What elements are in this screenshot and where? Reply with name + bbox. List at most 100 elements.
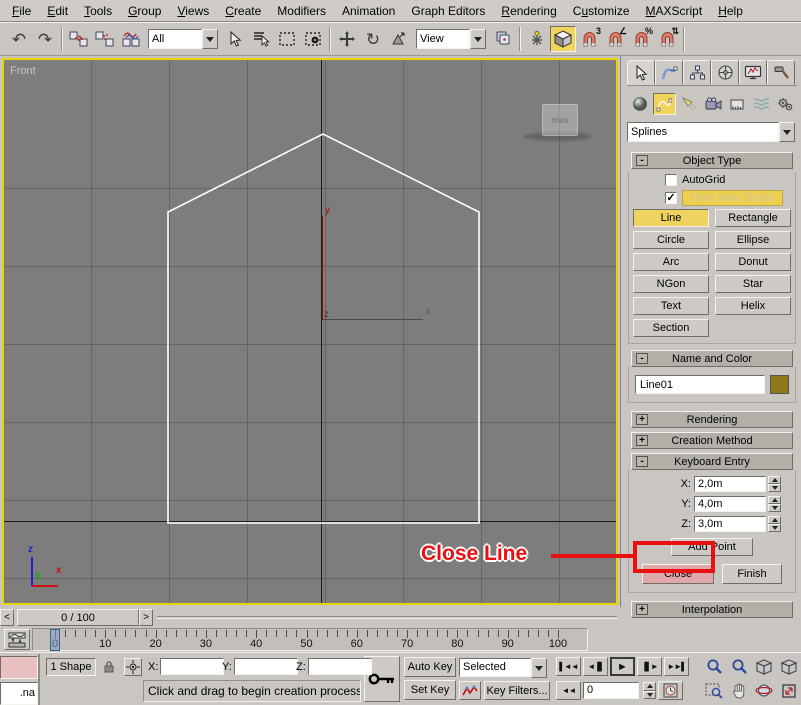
arc-rotate-button[interactable] xyxy=(752,679,776,702)
time-slider-track[interactable] xyxy=(157,616,617,619)
window-crossing-button[interactable] xyxy=(300,26,326,52)
maxscript-mini-listener[interactable]: .na xyxy=(0,654,40,705)
spinner-down[interactable] xyxy=(768,504,781,512)
select-object-button[interactable] xyxy=(222,26,248,52)
go-to-start-button[interactable]: ▌◄◄ xyxy=(556,657,581,676)
bind-to-spacewarp-button[interactable] xyxy=(118,26,144,52)
button-arc[interactable]: Arc xyxy=(633,253,709,271)
object-color-swatch[interactable] xyxy=(770,375,789,394)
key-filters-button[interactable]: Key Filters... xyxy=(484,681,550,700)
prev-frame-button[interactable]: < xyxy=(0,609,14,626)
autogrid-checkbox[interactable] xyxy=(665,174,677,186)
button-text[interactable]: Text xyxy=(633,297,709,315)
key-mode-toggle[interactable]: ◄◄ xyxy=(556,681,581,700)
snap-toggle-button[interactable] xyxy=(550,26,576,52)
play-button[interactable]: ► xyxy=(610,657,635,676)
selection-lock-icon[interactable] xyxy=(101,658,117,676)
category-systems[interactable] xyxy=(775,93,797,115)
go-to-end-button[interactable]: ►►▌ xyxy=(664,657,689,676)
select-and-link-button[interactable] xyxy=(66,26,92,52)
button-circle[interactable]: Circle xyxy=(633,231,709,249)
keyboard-z-field[interactable]: 3,0m xyxy=(694,516,766,532)
button-ngon[interactable]: NGon xyxy=(633,275,709,293)
category-cameras[interactable] xyxy=(702,93,724,115)
select-and-scale-button[interactable] xyxy=(386,26,412,52)
frame-spinner-down[interactable] xyxy=(643,691,656,700)
subcategory-dropdown[interactable]: Splines xyxy=(627,122,797,142)
add-point-button[interactable]: Add Point xyxy=(671,538,753,556)
selection-filter-dropdown[interactable]: All xyxy=(148,29,218,49)
select-and-move-button[interactable] xyxy=(334,26,360,52)
timeline-ruler[interactable]: 0102030405060708090100 xyxy=(32,628,588,651)
selection-filter-dropdown-arrow[interactable] xyxy=(202,29,218,49)
macro-recorder-pane[interactable] xyxy=(0,656,38,679)
zoom-button[interactable] xyxy=(702,655,726,678)
coord-system-dropdown[interactable]: View xyxy=(416,29,486,49)
menu-edit[interactable]: Edit xyxy=(39,2,76,20)
frame-spinner-up[interactable] xyxy=(643,682,656,691)
object-name-field[interactable]: Line01 xyxy=(635,375,765,394)
time-config-button[interactable] xyxy=(658,681,683,700)
start-new-shape-button[interactable]: Start New Shape xyxy=(682,190,783,206)
menu-group[interactable]: Group xyxy=(120,2,169,20)
menu-file[interactable]: File xyxy=(4,2,39,20)
maximize-viewport-button[interactable] xyxy=(777,679,801,702)
close-button[interactable]: Close xyxy=(642,564,714,584)
button-section[interactable]: Section xyxy=(633,319,709,337)
unlink-selection-button[interactable] xyxy=(92,26,118,52)
spinner-up[interactable] xyxy=(768,516,781,524)
rollout-rendering[interactable]: +Rendering xyxy=(631,411,793,428)
menu-create[interactable]: Create xyxy=(217,2,269,20)
finish-button[interactable]: Finish xyxy=(722,564,782,584)
coord-z-input[interactable] xyxy=(308,658,372,675)
menu-tools[interactable]: Tools xyxy=(76,2,120,20)
zoom-extents-all-button[interactable] xyxy=(777,655,801,678)
keyboard-y-field[interactable]: 4,0m xyxy=(694,496,766,512)
spinner-down[interactable] xyxy=(768,524,781,532)
menu-modifiers[interactable]: Modifiers xyxy=(269,2,334,20)
rollout-creation-method[interactable]: +Creation Method xyxy=(631,432,793,449)
redo-button[interactable]: ↷ xyxy=(32,26,58,52)
default-tangent-icon[interactable] xyxy=(459,681,481,700)
category-helpers[interactable] xyxy=(726,93,748,115)
coord-system-dropdown-arrow[interactable] xyxy=(470,29,486,49)
rollout-name-and-color[interactable]: -Name and Color xyxy=(631,350,793,367)
subcategory-dropdown-arrow[interactable] xyxy=(779,122,795,142)
tab-hierarchy[interactable] xyxy=(683,60,711,85)
menu-maxscript[interactable]: MAXScript xyxy=(638,2,711,20)
keyboard-z-spinner[interactable] xyxy=(768,516,781,532)
zoom-region-button[interactable] xyxy=(702,679,726,702)
snap-3d-button[interactable]: 3 xyxy=(576,26,602,52)
angle-snap-button[interactable]: ∠ xyxy=(602,26,628,52)
tab-motion[interactable] xyxy=(711,60,739,85)
undo-button[interactable]: ↶ xyxy=(6,26,32,52)
zoom-extents-button[interactable] xyxy=(752,655,776,678)
current-frame-field[interactable]: 0 xyxy=(583,682,639,699)
button-helix[interactable]: Helix xyxy=(715,297,791,315)
select-and-rotate-button[interactable]: ↻ xyxy=(360,26,386,52)
menu-views[interactable]: Views xyxy=(169,2,217,20)
button-line[interactable]: Line xyxy=(633,209,709,227)
rollout-interpolation[interactable]: +Interpolation xyxy=(631,601,793,618)
viewport-area[interactable]: Front max y z x z x y xyxy=(0,56,620,607)
pan-button[interactable] xyxy=(727,679,751,702)
rect-selection-region-button[interactable] xyxy=(274,26,300,52)
selection-set-dropdown-arrow[interactable] xyxy=(531,658,547,678)
select-by-name-button[interactable] xyxy=(248,26,274,52)
menu-customize[interactable]: Customize xyxy=(565,2,638,20)
frame-spinner[interactable] xyxy=(643,682,656,699)
time-slider[interactable]: 0 / 100 xyxy=(17,609,139,626)
select-and-manipulate-button[interactable] xyxy=(524,26,550,52)
spinner-up[interactable] xyxy=(768,476,781,484)
current-frame-marker[interactable] xyxy=(50,629,60,651)
start-new-shape-checkbox[interactable]: ✓ xyxy=(665,192,677,204)
spinner-up[interactable] xyxy=(768,496,781,504)
button-donut[interactable]: Donut xyxy=(715,253,791,271)
category-geometry[interactable] xyxy=(629,93,651,115)
menu-graph-editors[interactable]: Graph Editors xyxy=(403,2,493,20)
use-pivot-center-button[interactable] xyxy=(490,26,516,52)
mini-curve-editor-button[interactable] xyxy=(4,629,30,650)
previous-key-button[interactable]: ◄▐▌ xyxy=(583,657,608,676)
next-key-button[interactable]: ▐▌► xyxy=(637,657,662,676)
keyboard-x-field[interactable]: 2,0m xyxy=(694,476,766,492)
